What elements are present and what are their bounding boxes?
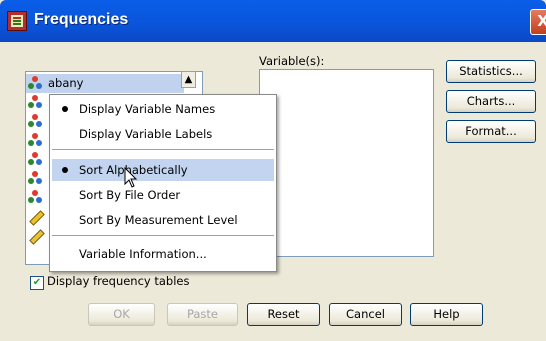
spss-app-icon [7, 11, 27, 31]
menu-item-variable-information[interactable]: Variable Information... [52, 243, 274, 265]
display-frequency-tables-label: Display frequency tables [47, 274, 190, 288]
nominal-icon [28, 76, 43, 91]
close-button[interactable]: X [530, 9, 546, 35]
title-bar[interactable]: Frequencies X [0, 0, 546, 42]
menu-item-label: Variable Information... [79, 247, 207, 261]
ok-button[interactable]: OK [88, 303, 155, 326]
variables-label: Variable(s): [259, 54, 325, 68]
menu-item-display-variable-names[interactable]: Display Variable Names [52, 98, 274, 120]
mouse-cursor-icon [124, 167, 138, 188]
selected-bullet-icon [62, 167, 68, 173]
nominal-icon [28, 171, 43, 186]
format-button[interactable]: Format... [446, 120, 536, 143]
menu-item-sort-by-file-order[interactable]: Sort By File Order [52, 184, 274, 206]
nominal-icon [28, 114, 43, 129]
menu-item-display-variable-labels[interactable]: Display Variable Labels [52, 123, 274, 145]
list-item-selected[interactable]: abany [26, 74, 184, 93]
nominal-icon [28, 133, 43, 148]
menu-item-sort-alphabetically[interactable]: Sort Alphabetically [52, 159, 274, 181]
nominal-icon [28, 95, 43, 110]
menu-item-label: Sort By Measurement Level [79, 213, 238, 227]
selected-bullet-icon [62, 106, 68, 112]
menu-item-label: Display Variable Labels [79, 127, 213, 141]
target-variable-list[interactable] [259, 69, 434, 257]
paste-button[interactable]: Paste [167, 303, 238, 326]
scale-icon [29, 210, 45, 226]
menu-item-label: Display Variable Names [79, 102, 216, 116]
list-item-label: abany [48, 76, 84, 90]
menu-separator [52, 235, 274, 236]
cancel-button[interactable]: Cancel [329, 303, 402, 326]
scale-icon [29, 229, 45, 245]
nominal-icon [28, 152, 43, 167]
menu-separator [52, 149, 274, 150]
menu-item-sort-by-measurement-level[interactable]: Sort By Measurement Level [52, 209, 274, 231]
statistics-button[interactable]: Statistics... [446, 60, 536, 83]
window-title: Frequencies [34, 11, 129, 28]
variable-list-context-menu: Display Variable Names Display Variable … [49, 94, 277, 272]
help-button[interactable]: Help [410, 303, 483, 326]
frequencies-dialog: Frequencies X abany ▲ Variable(s): Stati… [0, 0, 546, 341]
reset-button[interactable]: Reset [247, 303, 320, 326]
charts-button[interactable]: Charts... [446, 90, 536, 113]
display-frequency-tables-checkbox[interactable]: ✔ [30, 276, 44, 290]
nominal-icon [28, 190, 43, 205]
scroll-up-button[interactable]: ▲ [181, 71, 196, 88]
